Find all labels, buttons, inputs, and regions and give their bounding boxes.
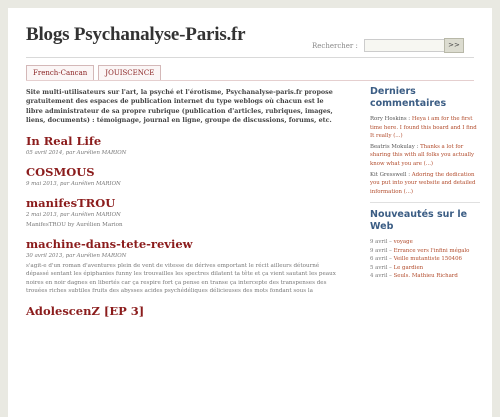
news-link[interactable]: Veille mutantiste 150406 [394,256,462,262]
post-meta: 9 mai 2013, par Aurélien MARION [26,180,121,187]
search-button[interactable]: >> [444,38,464,53]
search-input[interactable] [364,39,448,52]
comment-author: Beatris Mokulay : [370,143,419,150]
sidebar-divider [370,202,480,204]
post-item: machine-dans-tete-review 30 avril 2013, … [26,238,342,296]
post-excerpt: ManifesTROU by Aurélien Marion [26,221,123,228]
post-item: In Real Life 05 avril 2014, par Aurélien… [26,134,342,157]
news-item: 9 avril – Errance vers l'infini mégalo [370,247,480,255]
header-divider [26,57,474,58]
recent-comments-heading: Derniers commentaires [370,86,447,109]
post-meta: 30 avril 2013, par Aurélien MARION [26,253,127,260]
sidebar: Derniers commentaires Rory Hoskins : Hey… [370,86,480,280]
post-item: COSMOUS 9 mai 2013, par Aurélien MARION [26,165,342,188]
news-link[interactable]: Errance vers l'infini mégalo [394,248,470,254]
news-item: 5 avril – Le gardien [370,264,480,272]
post-title[interactable]: In Real Life [26,134,342,148]
news-date: 4 avril – [370,272,392,279]
page: Blogs Psychanalyse-Paris.fr Rechercher :… [8,8,492,417]
post-excerpt: s'agit-e d'un roman d'aventures plein de… [26,263,336,295]
news-date: 6 avril – [370,256,392,263]
post-title[interactable]: AdolescenZ [EP 3] [26,304,342,318]
main-content: Site multi-utilisateurs sur l'art, la ps… [26,88,342,318]
comment-item: Beatris Mokulay : Thanks a lot for shari… [370,143,480,169]
search-label: Rechercher : [312,42,358,50]
tab-jouiscence[interactable]: JOUISCENCE [98,65,162,81]
news-date: 5 avril – [370,264,392,271]
news-link[interactable]: Seuls. Mathieu Richard [394,273,458,279]
news-date: 9 avril – [370,247,392,254]
tab-french-cancan[interactable]: French-Cancan [26,65,95,81]
post-title[interactable]: machine-dans-tete-review [26,238,342,251]
comment-item: Rory Hoskins : Heya i am for the first t… [370,115,480,141]
post-item: AdolescenZ [EP 3] [26,304,342,318]
comment-author: Kit Gresswell : [370,171,411,178]
post-meta: 05 avril 2014, par Aurélien MARION [26,149,127,156]
post-title[interactable]: COSMOUS [26,165,342,179]
comment-item: Kit Gresswell : Adoring the dedication y… [370,171,480,197]
post-title[interactable]: manifesTROU [26,196,342,210]
post-item: manifesTROU 2 mai 2013, par Aurélien MAR… [26,196,342,229]
news-item: 9 avril – voyage [370,238,480,246]
web-news-heading: Nouveautés sur le Web [370,209,468,232]
comment-author: Rory Hoskins : [370,116,411,122]
site-title[interactable]: Blogs Psychanalyse-Paris.fr [26,24,246,46]
news-item: 4 avril – Seuls. Mathieu Richard [370,272,480,280]
nav-divider [26,80,474,81]
news-date: 9 avril – [370,239,392,246]
news-link[interactable]: voyage [394,239,413,245]
nav-tabs: French-Cancan JOUISCENCE [26,65,165,81]
site-intro: Site multi-utilisateurs sur l'art, la ps… [26,88,333,125]
news-item: 6 avril – Veille mutantiste 150406 [370,255,480,263]
news-link[interactable]: Le gardien [394,265,424,271]
post-meta: 2 mai 2013, par Aurélien MARION [26,211,121,218]
